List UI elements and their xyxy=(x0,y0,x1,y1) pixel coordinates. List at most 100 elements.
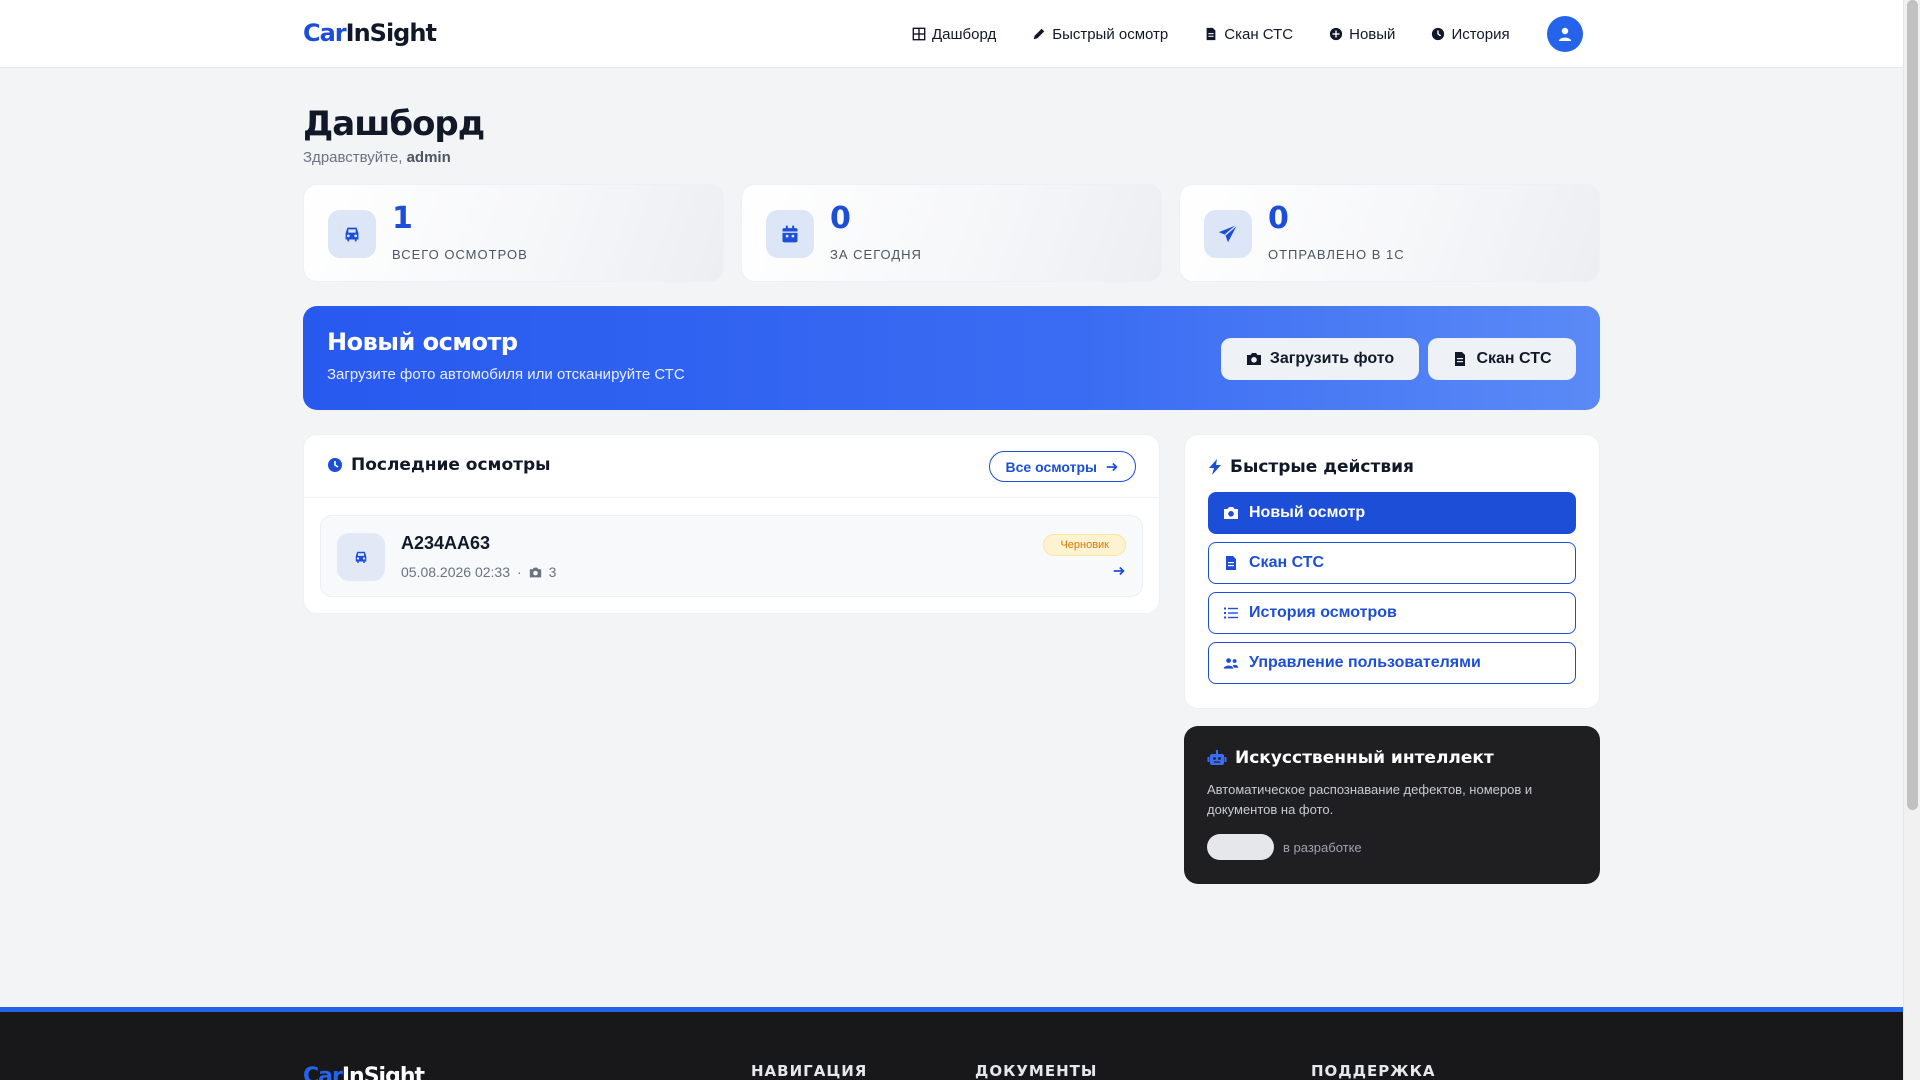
recent-inspections-title: Последние осмотры xyxy=(327,455,551,475)
stat-label-total: Всего осмотров xyxy=(392,247,528,262)
nav-quick-inspection-label: Быстрый осмотр xyxy=(1052,25,1169,43)
page-viewport: CarInSight Дашборд Быстрый осмотр Скан С… xyxy=(0,0,1903,1080)
quick-scan-sts-label: Скан СТС xyxy=(1249,554,1325,571)
all-inspections-label: Все осмотры xyxy=(1005,458,1097,475)
car-icon xyxy=(337,533,385,581)
all-inspections-button[interactable]: Все осмотры xyxy=(988,451,1136,482)
page-footer: CarInSight НАВИГАЦИЯ ДОКУМЕНТЫ ПОДДЕРЖКА xyxy=(0,1007,1903,1080)
nav-scan-sts-label: Скан СТС xyxy=(1224,25,1294,43)
ai-description: Автоматическое распознавание дефектов, н… xyxy=(1207,782,1533,817)
main-nav: Дашборд Быстрый осмотр Скан СТС Новый Ис… xyxy=(912,20,1510,48)
footer-heading-support: ПОДДЕРЖКА xyxy=(1311,1062,1436,1080)
document-icon xyxy=(1226,556,1236,570)
nav-quick-inspection[interactable]: Быстрый осмотр xyxy=(1032,20,1168,48)
nav-history-label: История xyxy=(1451,25,1510,43)
inspection-photo-count: 3 xyxy=(548,564,557,580)
inspection-plate: А234АА63 xyxy=(401,533,491,553)
ai-title-text: Искусственный интеллект xyxy=(1235,748,1494,768)
status-badge: Черновик xyxy=(1043,534,1126,556)
greeting: Здравствуйте, admin xyxy=(303,149,1600,166)
camera-icon xyxy=(529,567,541,577)
calendar-icon xyxy=(766,210,814,258)
nav-dashboard-label: Дашборд xyxy=(932,25,997,43)
scan-sts-button[interactable]: Скан СТС xyxy=(1428,338,1576,380)
footer-logo[interactable]: CarInSight xyxy=(303,1064,425,1080)
recent-inspections-card: Последние осмотры Все осмотры А234АА63 0… xyxy=(303,434,1160,614)
quick-user-management-button[interactable]: Управление пользователями xyxy=(1208,642,1576,684)
stat-value-total: 1 xyxy=(392,201,413,236)
recent-inspections-title-text: Последние осмотры xyxy=(351,455,551,475)
stat-label-today: За сегодня xyxy=(830,247,922,262)
inspection-meta: 05.08.2026 02:33 · 3 xyxy=(401,564,556,580)
footer-heading-documents: ДОКУМЕНТЫ xyxy=(975,1062,1098,1080)
new-inspection-banner: Новый осмотр Загрузите фото автомобиля и… xyxy=(303,306,1600,410)
quick-actions-title: Быстрые действия xyxy=(1208,457,1576,477)
footer-logo-part-car: Car xyxy=(303,1064,343,1080)
ai-card: Искусственный интеллект Автоматическое р… xyxy=(1184,726,1600,884)
banner-title: Новый осмотр xyxy=(327,328,518,356)
stat-label-sent-1c: Отправлено в 1С xyxy=(1268,247,1405,262)
quick-actions-card: Быстрые действия Новый осмотр Скан СТС И… xyxy=(1184,434,1600,709)
recent-inspections-header: Последние осмотры Все осмотры xyxy=(304,435,1159,498)
pencil-icon xyxy=(1033,28,1045,40)
dashboard-grid: Последние осмотры Все осмотры А234АА63 0… xyxy=(303,434,1600,884)
main-content: Дашборд Здравствуйте, admin 1 Всего осмо… xyxy=(303,68,1600,884)
nav-scan-sts[interactable]: Скан СТС xyxy=(1204,20,1293,48)
footer-logo-part-insight: InSight xyxy=(341,1064,425,1080)
app-logo[interactable]: CarInSight xyxy=(303,19,437,47)
footer-heading-navigation: НАВИГАЦИЯ xyxy=(751,1062,868,1080)
greeting-username: admin xyxy=(406,149,451,166)
nav-dashboard[interactable]: Дашборд xyxy=(912,20,996,48)
stat-value-sent-1c: 0 xyxy=(1268,201,1289,236)
coming-soon-pill: Скоро xyxy=(1207,834,1274,860)
quick-new-inspection-button[interactable]: Новый осмотр xyxy=(1208,492,1576,534)
list-icon xyxy=(1224,607,1238,619)
inspection-date: 05.08.2026 02:33 xyxy=(401,564,510,580)
top-navbar: CarInSight Дашборд Быстрый осмотр Скан С… xyxy=(0,0,1903,68)
banner-subtitle: Загрузите фото автомобиля или отсканируй… xyxy=(327,366,685,383)
quick-scan-sts-button[interactable]: Скан СТС xyxy=(1208,542,1576,584)
user-avatar[interactable] xyxy=(1547,16,1583,52)
page-title: Дашборд xyxy=(303,104,485,144)
logo-part-car: Car xyxy=(303,19,347,47)
scan-sts-label: Скан СТС xyxy=(1476,350,1552,367)
greeting-prefix: Здравствуйте, xyxy=(303,149,407,166)
paper-plane-icon xyxy=(1204,210,1252,258)
inspection-row[interactable]: А234АА63 05.08.2026 02:33 · 3 Черновик xyxy=(320,515,1143,597)
upload-photo-button[interactable]: Загрузить фото xyxy=(1221,338,1419,380)
stat-card-today: 0 За сегодня xyxy=(741,184,1162,282)
scrollbar-thumb[interactable] xyxy=(1907,0,1918,810)
camera-icon xyxy=(1224,507,1238,519)
stat-card-sent-1c: 0 Отправлено в 1С xyxy=(1179,184,1600,282)
meta-separator: · xyxy=(517,564,522,580)
clock-icon xyxy=(1432,27,1445,41)
ai-status-note: в разработке xyxy=(1283,839,1362,855)
document-icon xyxy=(1455,352,1466,366)
quick-history-button[interactable]: История осмотров xyxy=(1208,592,1576,634)
stat-value-today: 0 xyxy=(830,201,851,236)
page-scrollbar[interactable] xyxy=(1903,0,1920,1080)
arrow-right-icon xyxy=(1106,462,1118,471)
quick-new-inspection-label: Новый осмотр xyxy=(1249,504,1366,521)
lightning-icon xyxy=(1209,459,1221,475)
stats-row: 1 Всего осмотров 0 За сегодня 0 Отправле… xyxy=(303,184,1600,282)
document-icon xyxy=(1206,27,1216,41)
users-icon xyxy=(1223,658,1239,669)
quick-history-label: История осмотров xyxy=(1249,604,1397,621)
stat-card-total: 1 Всего осмотров xyxy=(303,184,724,282)
nav-new[interactable]: Новый xyxy=(1329,20,1395,48)
right-column: Быстрые действия Новый осмотр Скан СТС И… xyxy=(1184,434,1600,884)
user-icon xyxy=(1559,27,1571,41)
nav-history[interactable]: История xyxy=(1431,20,1510,48)
robot-icon xyxy=(1207,750,1227,765)
left-column: Последние осмотры Все осмотры А234АА63 0… xyxy=(303,434,1160,614)
nav-new-label: Новый xyxy=(1349,25,1396,43)
logo-part-insight: InSight xyxy=(345,19,437,47)
camera-icon xyxy=(1246,353,1261,365)
ai-footer: Скоро в разработке xyxy=(1207,834,1577,860)
quick-actions-title-text: Быстрые действия xyxy=(1230,457,1414,477)
plus-circle-icon xyxy=(1330,27,1343,41)
car-icon xyxy=(328,210,376,258)
quick-user-management-label: Управление пользователями xyxy=(1249,654,1481,671)
arrow-right-icon xyxy=(1112,564,1126,583)
